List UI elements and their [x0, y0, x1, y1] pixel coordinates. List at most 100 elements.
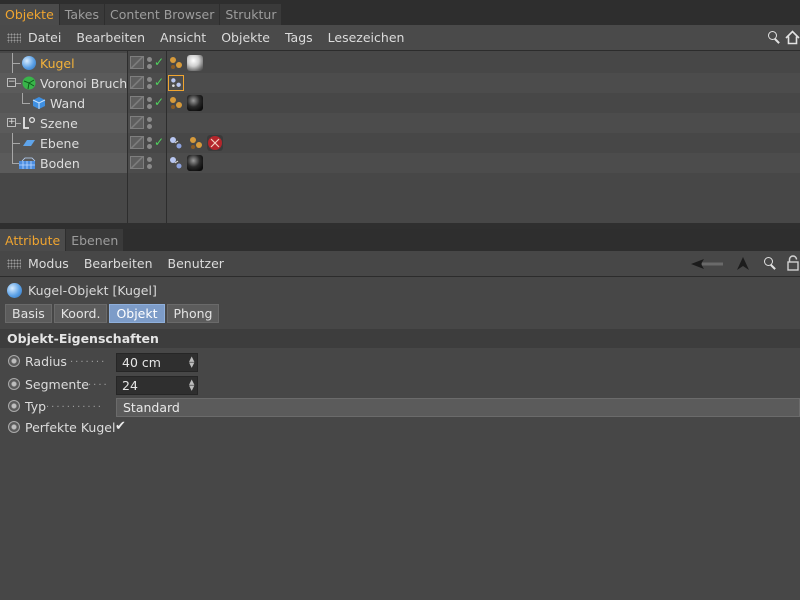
collider-body-tag-icon[interactable]	[168, 155, 184, 171]
plane-icon	[23, 140, 35, 146]
tab-objekte[interactable]: Objekte	[0, 4, 59, 25]
param-label: Radius	[25, 354, 67, 369]
spinner-arrows-icon[interactable]: ▲ ▼	[189, 356, 195, 369]
object-row-ebene[interactable]: Ebene ✓	[0, 133, 800, 153]
radius-field[interactable]: 40 cm ▲ ▼	[116, 353, 198, 372]
layer-toggle[interactable]	[130, 136, 144, 149]
typ-dropdown[interactable]: Standard	[116, 398, 800, 417]
animate-radio-icon[interactable]	[8, 355, 20, 367]
object-name: Ebene	[40, 136, 80, 151]
tab-takes[interactable]: Takes	[59, 4, 105, 25]
dot-leader: ...........	[46, 399, 103, 410]
animate-radio-icon[interactable]	[8, 421, 20, 433]
menu-tags[interactable]: Tags	[285, 30, 313, 45]
panel-grip-icon[interactable]	[7, 32, 21, 43]
attribute-manager-menubar: Modus Bearbeiten Benutzer	[0, 251, 800, 277]
param-typ: Typ ........... Standard	[0, 397, 800, 418]
object-header: Kugel-Objekt [Kugel]	[7, 283, 157, 298]
object-row-boden[interactable]: Boden	[0, 153, 800, 173]
black-material-tag-icon[interactable]	[187, 155, 203, 171]
cube-icon	[32, 97, 46, 109]
expand-icon[interactable]: −	[7, 78, 16, 87]
object-name: Wand	[50, 96, 86, 111]
dot-leader: .......	[70, 354, 107, 365]
enabled-check-icon[interactable]: ✓	[154, 75, 164, 89]
segmente-field[interactable]: 24 ▲ ▼	[116, 376, 198, 395]
tab-attribute[interactable]: Attribute	[0, 229, 66, 251]
visibility-dots[interactable]	[147, 55, 152, 71]
red-material-tag-icon[interactable]	[207, 135, 223, 151]
enabled-check-icon[interactable]: ✓	[154, 95, 164, 109]
search-icon[interactable]	[764, 257, 777, 270]
tab-ebenen[interactable]: Ebenen	[66, 229, 124, 251]
object-title: Kugel-Objekt [Kugel]	[28, 283, 157, 298]
object-list: Kugel ✓ − Voronoi Bruch ✓ Wand ✓ + Szene…	[0, 51, 800, 223]
object-row-szene[interactable]: + Szene	[0, 113, 800, 133]
param-segmente: Segmente .... 24 ▲ ▼	[0, 375, 800, 396]
layer-toggle[interactable]	[130, 116, 144, 129]
object-row-wand[interactable]: Wand ✓	[0, 93, 800, 113]
black-material-tag-icon[interactable]	[187, 95, 203, 111]
enabled-check-icon[interactable]: ✓	[154, 135, 164, 149]
object-name: Kugel	[40, 56, 75, 71]
tab-objekt[interactable]: Objekt	[109, 304, 165, 323]
visibility-dots[interactable]	[147, 115, 152, 131]
menu-modus[interactable]: Modus	[28, 256, 69, 271]
tab-struktur[interactable]: Struktur	[220, 4, 282, 25]
menu-datei[interactable]: Datei	[28, 30, 61, 45]
spinner-arrows-icon[interactable]: ▲ ▼	[189, 379, 195, 392]
search-icon[interactable]	[768, 31, 781, 44]
phong-tag-icon[interactable]	[169, 56, 183, 70]
tab-content-browser[interactable]: Content Browser	[105, 4, 220, 25]
menu-bearbeiten[interactable]: Bearbeiten	[76, 30, 145, 45]
object-name: Voronoi Bruch	[40, 76, 128, 91]
lock-icon[interactable]	[786, 255, 800, 271]
visibility-dots[interactable]	[147, 95, 152, 111]
phong-tag-icon[interactable]	[189, 136, 203, 150]
param-label: Segmente	[25, 377, 89, 392]
voronoi-fracture-icon	[22, 76, 36, 90]
column-divider	[127, 51, 128, 223]
phong-tag-icon[interactable]	[169, 96, 183, 110]
sphere-icon	[22, 56, 36, 70]
param-perfekte-kugel: Perfekte Kugel ✔	[0, 418, 800, 439]
menu-lesezeichen[interactable]: Lesezeichen	[328, 30, 405, 45]
param-label: Typ	[25, 399, 47, 414]
layer-toggle[interactable]	[130, 156, 144, 169]
layer-toggle[interactable]	[130, 56, 144, 69]
sphere-icon	[7, 283, 22, 298]
layer-toggle[interactable]	[130, 76, 144, 89]
layer-toggle[interactable]	[130, 96, 144, 109]
property-tabs: Basis Koord. Objekt Phong	[5, 304, 221, 323]
tab-koord[interactable]: Koord.	[53, 304, 108, 323]
menu-ansicht[interactable]: Ansicht	[160, 30, 206, 45]
attribute-panel: Kugel-Objekt [Kugel] Basis Koord. Objekt…	[0, 277, 800, 600]
enabled-check-icon[interactable]: ✓	[154, 55, 164, 69]
param-radius: Radius ....... 40 cm ▲ ▼	[0, 352, 800, 373]
voronoi-sources-tag-icon[interactable]	[168, 75, 184, 91]
visibility-dots[interactable]	[147, 155, 152, 171]
collider-body-tag-icon[interactable]	[168, 135, 184, 151]
menu-bearbeiten[interactable]: Bearbeiten	[84, 256, 153, 271]
perfekte-kugel-checkbox[interactable]: ✔	[115, 419, 126, 434]
animate-radio-icon[interactable]	[8, 400, 20, 412]
back-arrow-icon[interactable]	[690, 258, 724, 270]
tab-phong[interactable]: Phong	[166, 304, 220, 323]
animate-radio-icon[interactable]	[8, 378, 20, 390]
menu-benutzer[interactable]: Benutzer	[168, 256, 224, 271]
up-arrow-icon[interactable]	[736, 256, 750, 271]
panel-grip-icon[interactable]	[7, 258, 21, 269]
object-row-kugel[interactable]: Kugel ✓	[0, 53, 800, 73]
object-manager-tabs: Objekte Takes Content Browser Struktur	[0, 4, 800, 25]
visibility-dots[interactable]	[147, 135, 152, 151]
menu-objekte[interactable]: Objekte	[221, 30, 270, 45]
visibility-dots[interactable]	[147, 75, 152, 91]
object-name: Szene	[40, 116, 78, 131]
section-title: Objekt-Eigenschaften	[0, 329, 800, 348]
white-material-tag-icon[interactable]	[187, 55, 203, 71]
object-row-voronoi-bruch[interactable]: − Voronoi Bruch ✓	[0, 73, 800, 93]
expand-icon[interactable]: +	[7, 118, 16, 127]
tab-basis[interactable]: Basis	[5, 304, 52, 323]
home-icon[interactable]	[785, 30, 800, 45]
attribute-manager-tabs: Attribute Ebenen	[0, 229, 800, 251]
